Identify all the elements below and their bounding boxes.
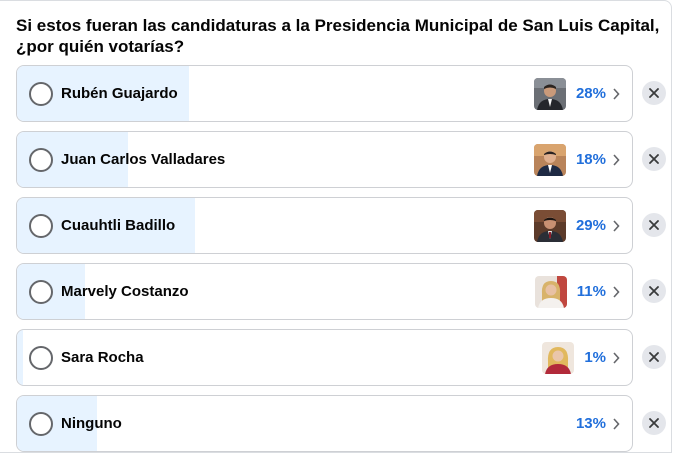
poll-option-sara-rocha[interactable]: Sara Rocha 1% <box>16 329 633 386</box>
option-label: Sara Rocha <box>61 349 144 366</box>
vote-percentage: 28% <box>575 85 606 102</box>
vote-percentage: 29% <box>575 217 606 234</box>
vote-percentage: 11% <box>576 283 606 300</box>
option-label: Cuauhtli Badillo <box>61 217 176 234</box>
option-label: Juan Carlos Valladares <box>61 151 226 168</box>
chevron-right-icon[interactable] <box>612 285 620 298</box>
remove-option-button[interactable] <box>642 279 666 303</box>
option-label: Marvely Costanzo <box>61 283 189 300</box>
close-icon <box>649 418 659 428</box>
close-icon <box>649 88 659 98</box>
remove-option-button[interactable] <box>642 213 666 237</box>
chevron-right-icon[interactable] <box>612 153 620 166</box>
candidate-avatar <box>533 209 566 242</box>
radio-button[interactable] <box>29 412 53 436</box>
close-icon <box>649 352 659 362</box>
radio-button[interactable] <box>29 82 53 106</box>
radio-button[interactable] <box>29 280 53 304</box>
option-label: Ninguno <box>61 415 122 432</box>
vote-share-bar <box>17 330 24 385</box>
poll-option-cuauhtli-badillo[interactable]: Cuauhtli Badillo 29% <box>16 197 633 254</box>
vote-percentage: 1% <box>584 349 606 366</box>
candidate-avatar <box>533 77 566 110</box>
poll-option-marvely-costanzo[interactable]: Marvely Costanzo 11% <box>16 263 633 320</box>
candidate-avatar <box>542 341 575 374</box>
remove-option-button[interactable] <box>642 81 666 105</box>
chevron-right-icon[interactable] <box>612 351 620 364</box>
remove-option-button[interactable] <box>642 147 666 171</box>
close-icon <box>649 286 659 296</box>
remove-option-button[interactable] <box>642 345 666 369</box>
close-icon <box>649 220 659 230</box>
radio-button[interactable] <box>29 214 53 238</box>
chevron-right-icon[interactable] <box>612 417 620 430</box>
poll-option-juan-carlos-valladares[interactable]: Juan Carlos Valladares 18% <box>16 131 633 188</box>
remove-option-button[interactable] <box>642 411 666 435</box>
chevron-right-icon[interactable] <box>612 219 620 232</box>
poll-card: Si estos fueran las candidaturas a la Pr… <box>0 0 672 453</box>
radio-button[interactable] <box>29 148 53 172</box>
chevron-right-icon[interactable] <box>612 87 620 100</box>
poll-option-ruben-guajardo[interactable]: Rubén Guajardo 28% <box>16 65 633 122</box>
poll-question: Si estos fueran las candidaturas a la Pr… <box>16 16 660 56</box>
close-icon <box>649 154 659 164</box>
vote-percentage: 18% <box>575 151 606 168</box>
candidate-avatar <box>533 143 566 176</box>
option-label: Rubén Guajardo <box>61 85 178 102</box>
vote-percentage: 13% <box>575 415 606 432</box>
candidate-avatar <box>534 275 567 308</box>
poll-option-ninguno[interactable]: Ninguno 13% <box>16 395 633 452</box>
radio-button[interactable] <box>29 346 53 370</box>
